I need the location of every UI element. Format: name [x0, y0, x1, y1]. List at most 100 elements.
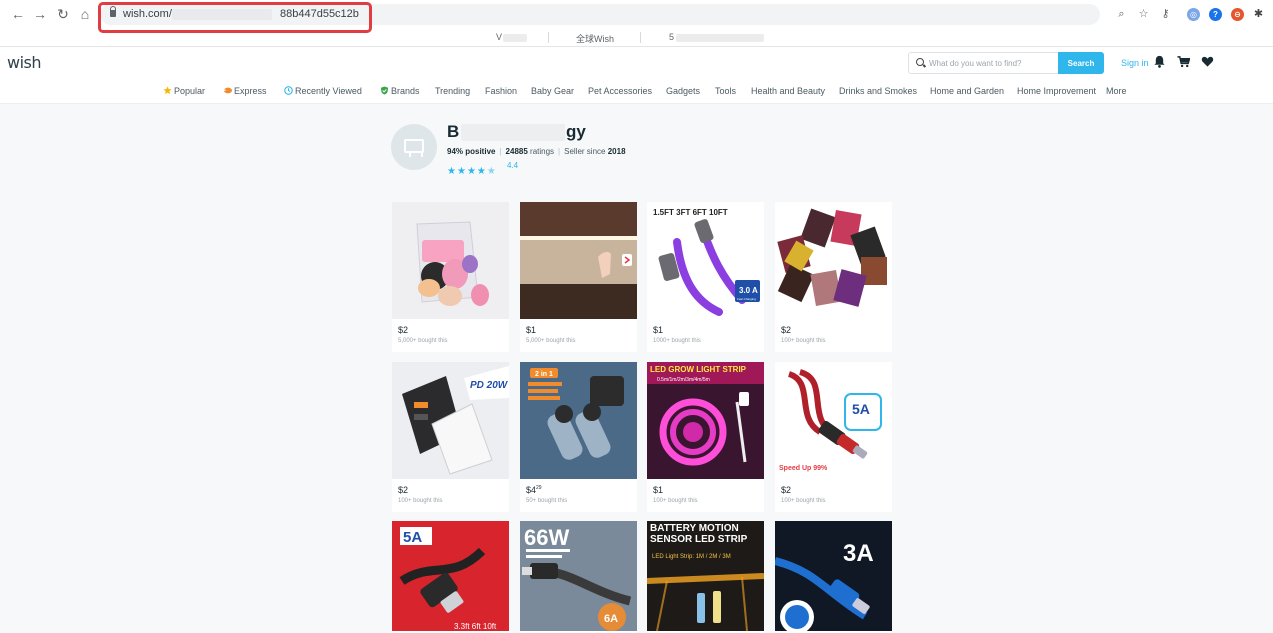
star-icon [163, 86, 172, 95]
product-bought-count: 5,000+ bought this [526, 338, 576, 344]
category-tools[interactable]: Tools [715, 86, 736, 96]
product-image-wireless-lavalier-mic[interactable]: 2 in 1 [520, 362, 637, 479]
bookmark-2[interactable]: 全球Wish [576, 32, 614, 45]
home-icon[interactable]: ⌂ [77, 6, 93, 22]
product-card[interactable]: $2 100+ bought this [775, 202, 892, 352]
store-seller-since-year: 2018 [607, 147, 626, 156]
star-icon: ★ [466, 166, 476, 177]
product-image-motion-sensor-cabinet-light[interactable] [520, 202, 637, 319]
category-recently-viewed[interactable]: Recently Viewed [284, 86, 362, 96]
overlay-top: LED GROW LIGHT STRIP [650, 365, 747, 374]
back-arrow-icon[interactable]: ← [10, 6, 26, 22]
product-card[interactable]: $2 5,000+ bought this [392, 202, 509, 352]
product-image-beauty-sponges[interactable] [392, 202, 509, 319]
product-card[interactable]: 5A 3.3ft 6ft 10ft [392, 521, 509, 633]
sign-in-link[interactable]: Sign in [1121, 58, 1149, 68]
search-input[interactable] [929, 55, 1057, 71]
battery-led-image: BATTERY MOTION SENSOR LED STRIP LED Ligh… [647, 521, 764, 631]
overlay-top: 1.5FT 3FT 6FT 10FT [653, 208, 728, 217]
store-ratings-count: 24885 [505, 147, 528, 156]
bookmark-3-redacted [676, 34, 764, 42]
product-image-5a-usb-cable-red[interactable]: 5A 3.3ft 6ft 10ft [392, 521, 509, 631]
extension-2-icon[interactable]: ? [1209, 8, 1222, 21]
3a-cable-image: 3A [775, 521, 892, 631]
category-baby-gear[interactable]: Baby Gear [531, 86, 574, 96]
category-home-improvement[interactable]: Home Improvement [1017, 86, 1096, 96]
heart-icon[interactable] [1201, 55, 1214, 68]
category-more[interactable]: More [1106, 86, 1127, 96]
product-card[interactable]: LED GROW LIGHT STRIP 0.5m/1m/2m/3m/4m/5m… [647, 362, 764, 512]
product-bought-count: 100+ bought this [653, 498, 698, 504]
product-price: $2 [781, 325, 792, 335]
product-image-led-grow-light-strip[interactable]: LED GROW LIGHT STRIP 0.5m/1m/2m/3m/4m/5m [647, 362, 764, 479]
bookmark-star-icon[interactable]: ☆ [1137, 8, 1150, 21]
store-ratings-label: ratings [530, 147, 555, 156]
product-card[interactable]: $1 5,000+ bought this [520, 202, 637, 352]
product-image-battery-motion-led-strip[interactable]: BATTERY MOTION SENSOR LED STRIP LED Ligh… [647, 521, 764, 631]
overlay-top: 2 in 1 [535, 371, 553, 378]
5a-cable-image: 5A 3.3ft 6ft 10ft [392, 521, 509, 631]
category-popular[interactable]: Popular [163, 86, 205, 96]
reload-icon[interactable]: ↻ [55, 6, 71, 22]
cart-icon[interactable] [1177, 55, 1190, 68]
category-pet-accessories[interactable]: Pet Accessories [588, 86, 652, 96]
category-health-and-beauty[interactable]: Health and Beauty [751, 86, 825, 96]
overlay-sub: LED Light Strip: 1M / 2M / 3M [652, 554, 731, 560]
extension-3-icon[interactable]: ⊖ [1231, 8, 1244, 21]
store-stats: 94% positive | 24885 ratings | Seller since … [447, 147, 626, 156]
browser-toolbar: ← → ↻ ⌂ wish.com/ 88b447d55c12b ⌕ ☆ ⚷ ◎ … [0, 0, 1273, 33]
store-rating-stars: ★★★★★ [447, 161, 497, 177]
bookmark-1[interactable]: V [496, 32, 502, 42]
bookmark-divider [640, 32, 641, 43]
product-image-3a-blue-cable[interactable]: 3A [775, 521, 892, 631]
category-gadgets[interactable]: Gadgets [666, 86, 700, 96]
search-button[interactable]: Search [1058, 52, 1104, 74]
product-image-usb-c-cable-purple[interactable]: 1.5FT 3FT 6FT 10FT 3.0 A Fast Charging [647, 202, 764, 319]
zoom-icon[interactable]: ⌕ [1115, 8, 1128, 21]
product-card[interactable]: 5A Speed Up 99% $2 100+ bought this [775, 362, 892, 512]
bell-icon[interactable] [1153, 55, 1166, 68]
half-star-icon: ★ [486, 166, 496, 177]
clock-icon [284, 86, 293, 95]
overlay-top: 3A [843, 540, 874, 567]
product-image-usb-wall-charger[interactable]: PD 20W [392, 362, 509, 479]
product-image-66w-braided-cable[interactable]: 66W 6A [520, 521, 637, 631]
grow-light-image: LED GROW LIGHT STRIP 0.5m/1m/2m/3m/4m/5m [647, 362, 764, 479]
bookmark-divider [548, 32, 549, 43]
store-rating-value[interactable]: 4.4 [507, 161, 518, 170]
forward-arrow-icon[interactable]: → [32, 6, 48, 22]
star-icon: ★ [476, 166, 486, 177]
product-image-leather-card-holders[interactable] [775, 202, 892, 319]
product-bought-count: 5,000+ bought this [398, 338, 448, 344]
product-card[interactable]: PD 20W $2 100+ bought this [392, 362, 509, 512]
bookmarks-bar: V 全球Wish 5 [0, 29, 1273, 47]
key-icon[interactable]: ⚷ [1159, 8, 1172, 21]
overlay-sub: Fast Charging [737, 297, 756, 301]
category-fashion[interactable]: Fashion [485, 86, 517, 96]
wish-logo[interactable]: wish [7, 53, 42, 72]
overlay-badge: 3.0 A [739, 286, 758, 295]
category-trending[interactable]: Trending [435, 86, 470, 96]
category-brands[interactable]: Brands [380, 86, 420, 96]
category-home-and-garden[interactable]: Home and Garden [930, 86, 1004, 96]
store-name-start: B [447, 122, 460, 141]
red-cable-image: 5A Speed Up 99% [775, 362, 892, 479]
lavalier-mic-image: 2 in 1 [520, 362, 637, 479]
overlay-badge: PD 20W [470, 380, 509, 391]
price-main: $4 [526, 485, 537, 495]
wall-charger-image: PD 20W [392, 362, 509, 479]
extension-1-icon[interactable]: ◎ [1187, 8, 1200, 21]
product-card[interactable]: 66W 6A [520, 521, 637, 633]
bookmark-1-redacted [503, 34, 527, 42]
overlay-badge: 6A [604, 613, 618, 625]
product-card[interactable]: 1.5FT 3FT 6FT 10FT 3.0 A Fast Charging $… [647, 202, 764, 352]
product-card[interactable]: BATTERY MOTION SENSOR LED STRIP LED Ligh… [647, 521, 764, 633]
category-express[interactable]: Express [223, 86, 267, 96]
product-card[interactable]: 3A [775, 521, 892, 633]
category-drinks-and-smokes[interactable]: Drinks and Smokes [839, 86, 917, 96]
product-card[interactable]: 2 in 1 $429 50+ bought this [520, 362, 637, 512]
bookmark-3[interactable]: 5 [669, 32, 674, 42]
extensions-puzzle-icon[interactable]: ✱ [1252, 8, 1265, 21]
product-image-red-usb-c-cable[interactable]: 5A Speed Up 99% [775, 362, 892, 479]
store-name-end: gy [566, 122, 586, 141]
